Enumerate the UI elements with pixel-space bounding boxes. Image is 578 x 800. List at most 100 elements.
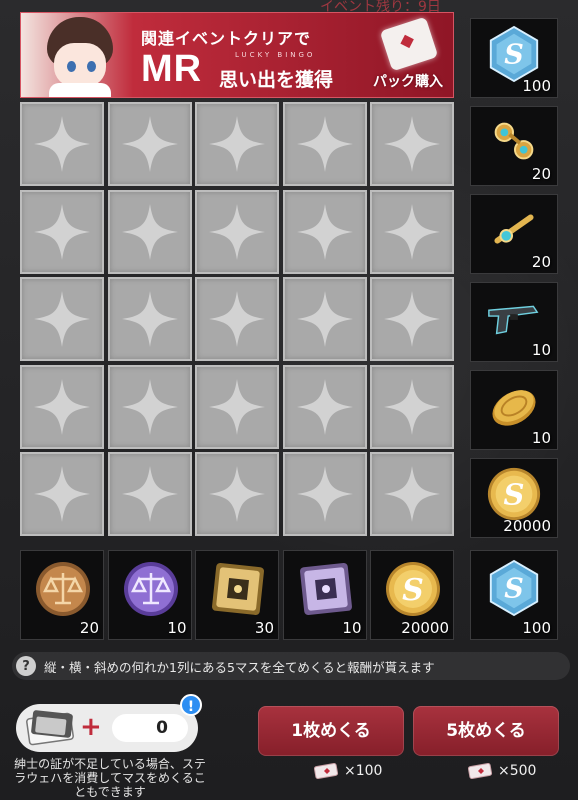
reward-count: 20 [531, 165, 551, 183]
reward-slot: 20 [470, 194, 558, 274]
purple-scales-coin-icon [123, 562, 178, 616]
ticket-counter[interactable]: + 0 ! [16, 694, 202, 752]
ticket-count: 0 [112, 714, 188, 742]
svg-text:S: S [504, 574, 524, 605]
sparkle-icon [34, 116, 90, 172]
flip-5-cost-text: ×500 [498, 763, 537, 779]
sparkle-icon [209, 116, 265, 172]
flip-5-button[interactable]: 5枚めくる [413, 706, 559, 756]
bingo-cell[interactable] [195, 452, 279, 536]
sparkle-icon [121, 116, 178, 172]
reward-count: 20000 [401, 619, 449, 637]
bingo-cell[interactable] [107, 452, 192, 536]
reward-count: 10 [167, 619, 187, 637]
reward-slot: 10 [107, 550, 192, 640]
blue-s-medal-icon: S [489, 25, 539, 83]
diagonal-reward-slot: S 100 [470, 550, 558, 640]
add-ticket-icon[interactable]: + [80, 714, 102, 740]
sparkle-icon [384, 378, 440, 435]
reward-slot: S 100 [470, 18, 558, 98]
cufflinks-icon [494, 122, 534, 160]
reward-count: 20 [79, 619, 99, 637]
bingo-cell[interactable] [282, 364, 367, 449]
question-icon[interactable]: ? [16, 656, 36, 676]
reward-count: 100 [522, 619, 551, 637]
event-banner[interactable]: 関連イベントクリアで MR LUCKY BINGO 思い出を獲得 パック購入 [20, 12, 454, 98]
svg-text:S: S [402, 573, 424, 608]
bingo-cell[interactable] [282, 189, 367, 274]
gentleman-ticket-icon [26, 710, 74, 746]
bingo-cell[interactable] [107, 102, 192, 186]
sparkle-icon [296, 203, 353, 260]
sparkle-icon [121, 378, 178, 435]
reward-slot: 10 [470, 282, 558, 362]
pack-purchase-label: パック購入 [373, 74, 443, 90]
sparkle-icon [121, 291, 178, 347]
gold-s-coin-icon: S [487, 467, 541, 521]
reward-slot: 20 [20, 550, 104, 640]
sparkle-icon [34, 466, 90, 522]
bingo-cell[interactable] [370, 452, 454, 536]
bingo-cell[interactable] [107, 277, 192, 361]
reward-count: 100 [522, 77, 551, 95]
character-portrait [29, 17, 129, 97]
reward-slot: 20 [470, 106, 558, 186]
reward-count: 20000 [503, 517, 551, 535]
bronze-scales-coin-icon [36, 562, 90, 616]
reward-slot: S 20000 [470, 458, 558, 538]
bingo-cell[interactable] [370, 189, 454, 274]
reward-slot: 10 [470, 370, 558, 450]
bingo-cell[interactable] [282, 102, 367, 186]
reward-count: 30 [254, 619, 274, 637]
bingo-cell[interactable] [195, 189, 279, 274]
bingo-cell[interactable] [195, 277, 279, 361]
hint-bar: ? 縦・横・斜めの何れか1列にある5マスを全てめくると報酬が貰えます [12, 652, 570, 680]
sparkle-icon [296, 466, 353, 522]
sparkle-icon [209, 203, 265, 260]
sparkle-icon [209, 466, 265, 522]
flip-1-button[interactable]: 1枚めくる [258, 706, 404, 756]
bingo-cell[interactable] [282, 277, 367, 361]
reward-count: 20 [531, 253, 551, 271]
bingo-cell[interactable] [282, 452, 367, 536]
bingo-cell[interactable] [20, 452, 104, 536]
reward-slot: 30 [195, 550, 279, 640]
bingo-cell[interactable] [195, 364, 279, 449]
sparkle-icon [384, 291, 440, 347]
bingo-cell[interactable] [370, 102, 454, 186]
bingo-cell[interactable] [20, 189, 104, 274]
gold-s-coin-icon: S [386, 562, 440, 616]
pack-purchase-button[interactable]: パック購入 [371, 16, 449, 95]
sparkle-icon [384, 116, 440, 172]
sparkle-icon [209, 291, 265, 347]
banner-mr: MR [141, 48, 203, 90]
bingo-cell[interactable] [370, 364, 454, 449]
sparkle-icon [34, 291, 90, 347]
banner-line1: 関連イベントクリアで [141, 29, 312, 48]
alert-icon[interactable]: ! [180, 694, 202, 716]
gold-chip-icon [212, 563, 264, 615]
bingo-cell[interactable] [195, 102, 279, 186]
bingo-cell[interactable] [107, 189, 192, 274]
bingo-grid [20, 102, 456, 538]
bingo-cell[interactable] [370, 277, 454, 361]
sparkle-icon [296, 378, 353, 435]
column-rewards-row: 20 10 30 10 S 20000 [20, 550, 456, 640]
bingo-cell[interactable] [20, 102, 104, 186]
purple-chip-icon [299, 563, 352, 615]
hint-text: 縦・横・斜めの何れか1列にある5マスを全てめくると報酬が貰えます [44, 659, 435, 675]
sparkle-icon [121, 466, 178, 522]
bingo-cell[interactable] [20, 277, 104, 361]
sparkle-icon [34, 378, 90, 435]
flip-5-cost: ×500 [468, 762, 536, 780]
ticket-icon [379, 16, 439, 72]
sparkle-icon [296, 116, 353, 172]
sparkle-icon [34, 203, 90, 260]
bingo-cell[interactable] [107, 364, 192, 449]
banner-lucky-bingo: LUCKY BINGO [235, 51, 316, 59]
banner-line2: 思い出を獲得 [219, 69, 334, 91]
gold-coin-icon [492, 390, 536, 426]
blue-s-medal-icon: S [489, 559, 539, 617]
bingo-cell[interactable] [20, 364, 104, 449]
ticket-icon [314, 763, 339, 779]
